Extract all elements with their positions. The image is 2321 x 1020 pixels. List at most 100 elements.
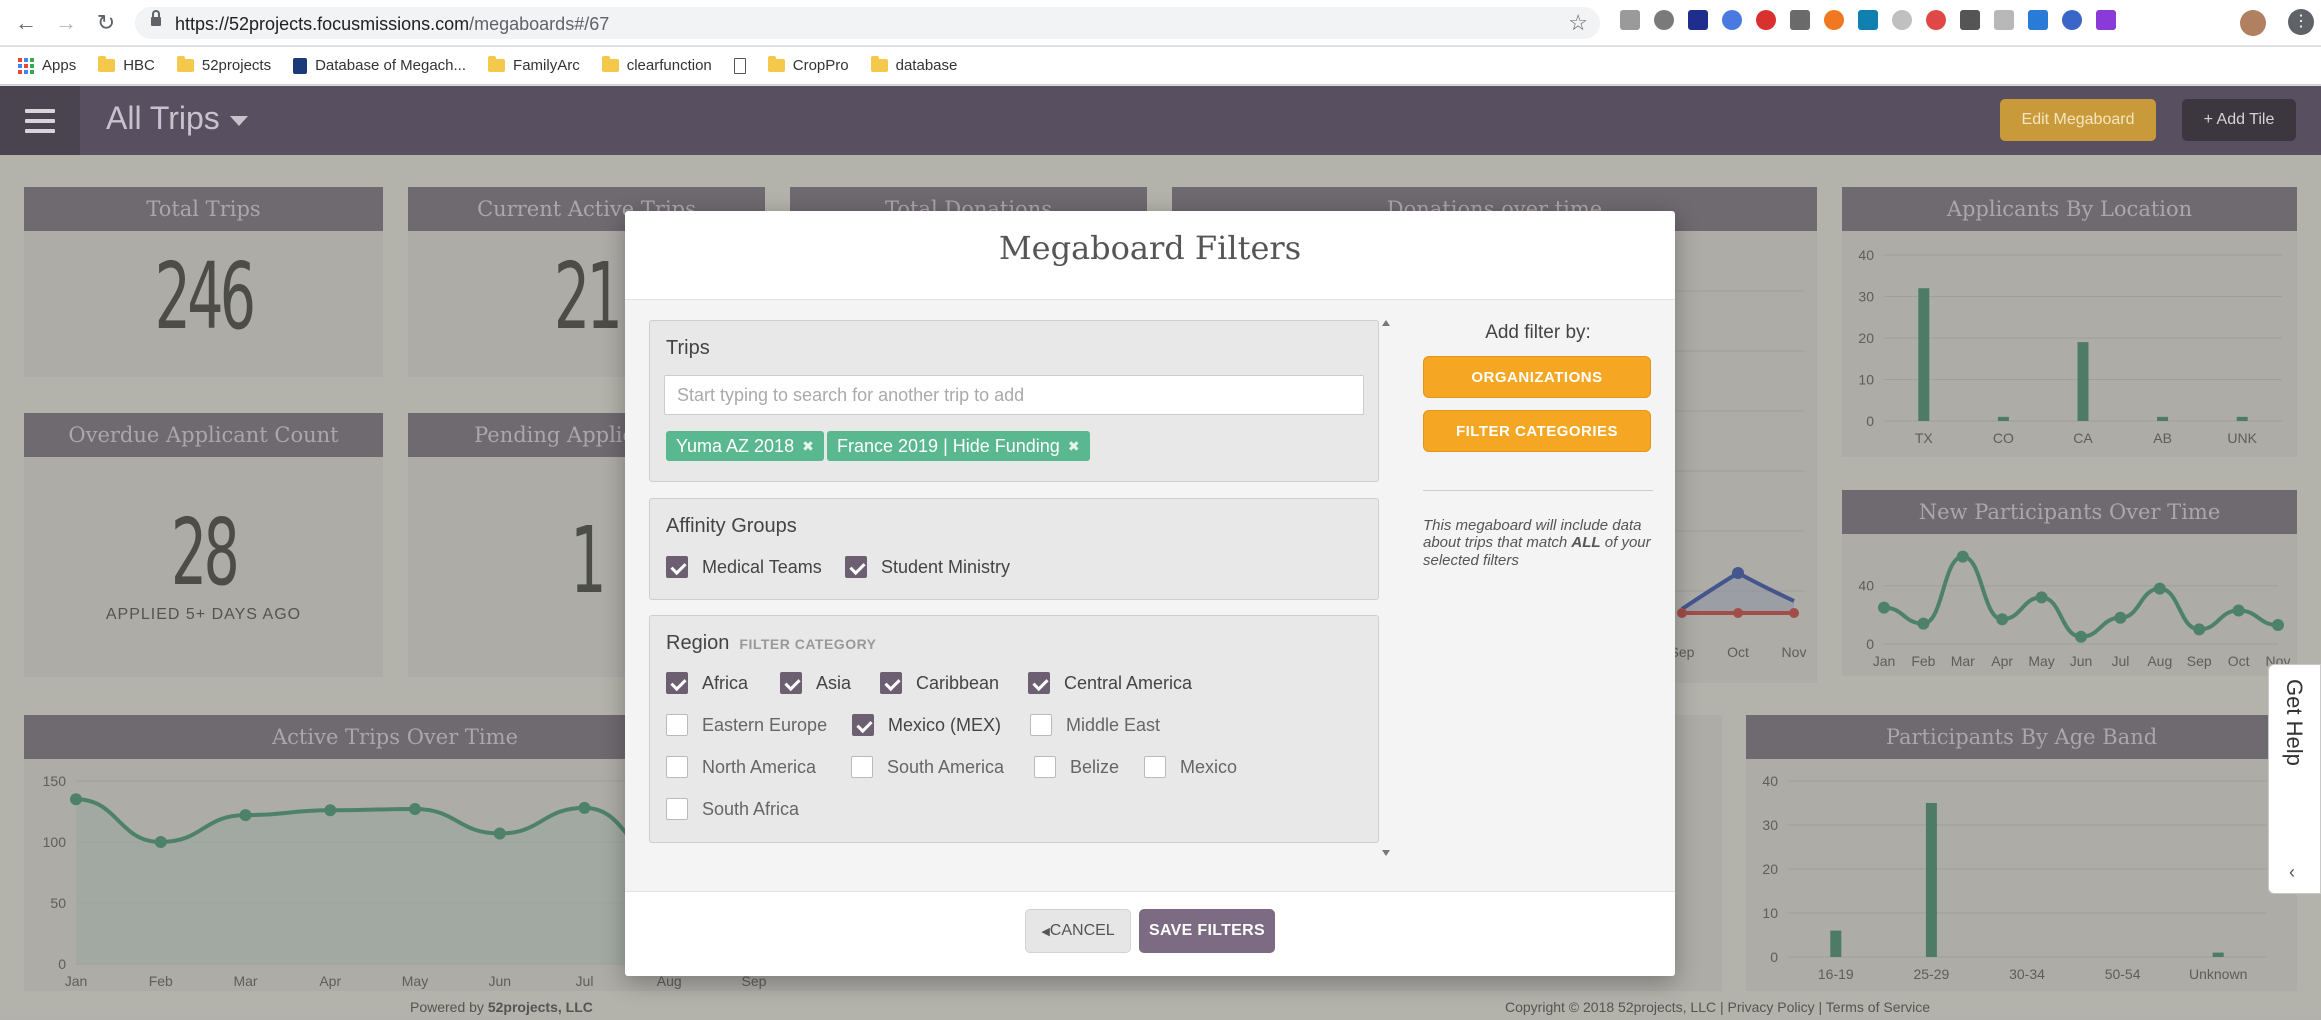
section-title: Affinity Groups	[666, 515, 797, 537]
region-checkbox-central-america[interactable]: Central America	[1028, 672, 1192, 694]
checkbox[interactable]	[852, 714, 874, 736]
trips-section: Trips Yuma AZ 2018 ✖ France 2019 | Hide …	[649, 320, 1379, 482]
checkbox-label: Mexico	[1180, 756, 1238, 777]
cancel-button[interactable]: ◀CANCEL	[1025, 909, 1131, 953]
checkbox-label: South Africa	[702, 798, 800, 819]
extension-icon[interactable]	[1960, 10, 1980, 30]
back-arrow-icon[interactable]: ←	[12, 9, 40, 37]
extension-icon[interactable]	[1756, 10, 1776, 30]
region-checkbox-africa[interactable]: Africa	[666, 672, 748, 694]
checkbox[interactable]	[666, 672, 688, 694]
bookmark-clearfunction[interactable]: clearfunction	[601, 56, 712, 74]
region-checkbox-mexico[interactable]: Mexico	[1144, 756, 1237, 778]
checkbox[interactable]	[851, 756, 873, 778]
checkbox[interactable]	[1030, 714, 1052, 736]
remove-tag-icon[interactable]: ✖	[1068, 431, 1080, 461]
address-bar[interactable]: https://52projects.focusmissions.com/meg…	[135, 7, 1600, 39]
checkbox[interactable]	[845, 556, 867, 578]
region-title: Region	[666, 632, 730, 654]
checkbox-label: Central America	[1064, 672, 1193, 693]
extension-icon[interactable]	[1620, 10, 1640, 30]
camera-icon[interactable]	[1790, 10, 1810, 30]
checkbox[interactable]	[1144, 756, 1166, 778]
get-help-tab[interactable]: Get Help ‹	[2268, 664, 2321, 894]
caret-left-icon: ◀	[1041, 926, 1050, 938]
apps-grid-icon	[18, 57, 34, 74]
region-section: Region FILTER CATEGORY Africa Asia Caribb…	[649, 615, 1379, 843]
bookmark-database[interactable]: database	[870, 56, 958, 74]
checkbox[interactable]	[1034, 756, 1056, 778]
region-checkbox-belize[interactable]: Belize	[1034, 756, 1119, 778]
profile-avatar[interactable]	[2240, 10, 2266, 36]
app-header: All Trips Edit Megaboard + Add Tile	[0, 86, 2321, 155]
extension-icon[interactable]	[1994, 10, 2014, 30]
extension-icon[interactable]	[1824, 10, 1844, 30]
folder-icon	[488, 56, 506, 72]
checkbox-label: Medical Teams	[702, 556, 822, 577]
scroll-up-arrow-icon[interactable]	[1382, 320, 1390, 326]
megaboard-selector[interactable]: All Trips	[106, 100, 248, 137]
region-checkbox-caribbean[interactable]: Caribbean	[880, 672, 999, 694]
filters-scrollbar[interactable]	[1379, 320, 1393, 856]
extension-icon[interactable]	[1722, 10, 1742, 30]
extensions-bar	[1620, 10, 2116, 36]
megaboard-filters-modal: Megaboard Filters Trips Yuma AZ 2018 ✖ F…	[625, 211, 1675, 976]
checkbox[interactable]	[880, 672, 902, 694]
bookmark-hbc[interactable]: HBC	[98, 56, 155, 74]
bookmark-familyarc[interactable]: FamilyArc	[488, 56, 580, 74]
bookmark-star-icon[interactable]: ☆	[1568, 10, 1588, 36]
extension-icon[interactable]	[1892, 10, 1912, 30]
checkbox[interactable]	[666, 756, 688, 778]
filter-categories-button[interactable]: FILTER CATEGORIES	[1423, 410, 1651, 452]
extension-icon[interactable]	[1858, 10, 1878, 30]
extension-icon[interactable]	[2062, 10, 2082, 30]
save-filters-button[interactable]: SAVE FILTERS	[1139, 909, 1275, 953]
region-checkbox-north-america[interactable]: North America	[666, 756, 816, 778]
extension-icon[interactable]	[1654, 10, 1674, 30]
region-checkbox-south-america[interactable]: South America	[851, 756, 1004, 778]
remove-tag-icon[interactable]: ✖	[802, 431, 814, 461]
region-checkbox-middle-east[interactable]: Middle East	[1030, 714, 1160, 736]
checkbox[interactable]	[666, 556, 688, 578]
trip-tag: France 2019 | Hide Funding ✖	[827, 431, 1090, 461]
section-title: Trips	[666, 337, 710, 359]
organizations-button[interactable]: ORGANIZATIONS	[1423, 356, 1651, 398]
checkbox-label: Mexico (MEX)	[888, 714, 1002, 735]
folder-icon	[601, 56, 619, 72]
reload-icon[interactable]: ↻	[92, 9, 120, 37]
add-tile-button[interactable]: + Add Tile	[2182, 99, 2296, 141]
region-checkbox-eastern-europe[interactable]: Eastern Europe	[666, 714, 827, 736]
extension-icon[interactable]	[1926, 10, 1946, 30]
chat-icon[interactable]	[2028, 10, 2048, 30]
scroll-down-arrow-icon[interactable]	[1382, 850, 1390, 856]
filter-match-note: This megaboard will include data about t…	[1423, 517, 1651, 569]
bookmark-page[interactable]	[733, 57, 746, 74]
region-checkbox-asia[interactable]: Asia	[780, 672, 851, 694]
forward-arrow-icon[interactable]: →	[52, 9, 80, 37]
bookmark-apps[interactable]: Apps	[18, 57, 76, 74]
region-checkbox-south-africa[interactable]: South Africa	[666, 798, 799, 820]
get-help-label: Get Help	[2282, 679, 2307, 766]
bookmark-52projects[interactable]: 52projects	[176, 56, 271, 74]
filters-scroll-area[interactable]: Trips Yuma AZ 2018 ✖ France 2019 | Hide …	[649, 320, 1379, 868]
extension-icon[interactable]	[2096, 10, 2116, 30]
checkbox-label: North America	[702, 756, 817, 777]
trip-search-input[interactable]	[664, 375, 1364, 415]
affinity-checkbox-medical-teams[interactable]: Medical Teams	[666, 556, 822, 578]
edit-megaboard-button[interactable]: Edit Megaboard	[2000, 99, 2156, 141]
bookmark-croppro[interactable]: CropPro	[767, 56, 849, 74]
bookmark-database-of-megachurches[interactable]: Database of Megach...	[293, 57, 466, 74]
folder-icon	[98, 56, 116, 72]
checkbox[interactable]	[1028, 672, 1050, 694]
bookmark-label: CropPro	[792, 57, 849, 74]
checkbox[interactable]	[666, 798, 688, 820]
browser-menu-icon[interactable]: ⋮	[2288, 9, 2314, 35]
affinity-checkbox-student-ministry[interactable]: Student Ministry	[845, 556, 1010, 578]
checkbox-label: Student Ministry	[881, 556, 1011, 577]
region-checkbox-mexico-mex[interactable]: Mexico (MEX)	[852, 714, 1001, 736]
checkbox[interactable]	[666, 714, 688, 736]
bookmark-label: database	[895, 57, 958, 74]
checkbox[interactable]	[780, 672, 802, 694]
hamburger-menu-icon[interactable]	[0, 86, 80, 155]
extension-icon[interactable]	[1688, 10, 1708, 30]
